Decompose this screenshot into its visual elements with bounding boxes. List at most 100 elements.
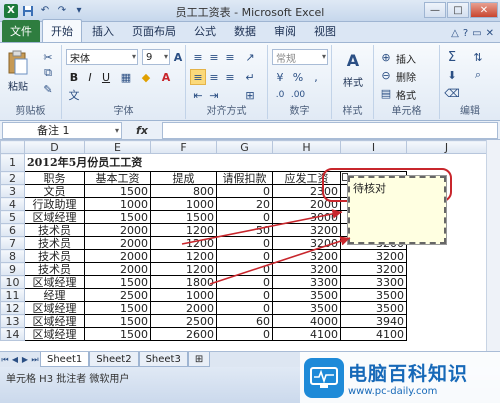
underline-button[interactable]: U (98, 69, 114, 85)
delete-cells-button[interactable]: 删除 (396, 69, 416, 84)
align-right-icon[interactable]: ≡ (222, 69, 238, 85)
next-sheet-icon[interactable]: ▶ (20, 355, 30, 364)
currency-icon[interactable]: ¥ (272, 69, 288, 85)
watermark-url: www.pc-daily.com (348, 385, 438, 397)
fill-color-icon[interactable]: ◆ (138, 69, 154, 85)
insert-sheet-icon[interactable]: ⊞ (187, 352, 211, 367)
align-middle-icon[interactable]: ≡ (206, 49, 222, 65)
increase-indent-icon[interactable]: ⇥ (206, 87, 222, 103)
copy-icon[interactable]: ⧉ (40, 65, 56, 81)
insert-cells-button[interactable]: 插入 (396, 51, 416, 66)
insert-function-button[interactable]: fx (122, 124, 162, 137)
name-box[interactable]: 备注 1 ▾ (2, 121, 122, 139)
arrow-line (209, 236, 351, 285)
bold-button[interactable]: B (66, 69, 82, 85)
alignment-group: ≡ ≡ ≡ ↗ ≡ ≡ ≡ ↵ ⇤ ⇥ ⊞ 对齐方式 (186, 45, 268, 119)
format-painter-icon[interactable]: ✎ (40, 81, 56, 97)
tab-data[interactable]: 数据 (226, 20, 264, 42)
undo-icon[interactable]: ↶ (38, 4, 52, 18)
first-sheet-icon[interactable]: ⏮ (0, 355, 10, 365)
orientation-icon[interactable]: ↗ (242, 49, 258, 65)
worksheet-grid[interactable]: D E F G H I J 1 2012年5月份员工工资 2 职务 基本工资 提… (0, 140, 500, 351)
wrap-text-icon[interactable]: ↵ (242, 69, 258, 85)
clipboard-group: 粘贴 ✂ ⧉ ✎ 剪贴板 (0, 45, 62, 119)
phonetic-icon[interactable]: 文 (66, 87, 82, 103)
tab-home[interactable]: 开始 (42, 19, 82, 42)
minimize-ribbon-icon[interactable]: △ (451, 28, 459, 39)
format-cells-icon[interactable]: ▤ (378, 85, 394, 101)
cells-label: 单元格 (391, 106, 422, 117)
ribbon: 粘贴 ✂ ⧉ ✎ 剪贴板 宋体 ▾ 9 ▾ A B I U ▦ ◆ A 文 字体 ≡… (0, 43, 500, 121)
customize-qat-icon[interactable]: ▾ (72, 4, 86, 18)
font-size-select[interactable]: 9 ▾ (142, 49, 170, 65)
tab-view[interactable]: 视图 (306, 20, 344, 42)
font-name-select[interactable]: 宋体 ▾ (66, 49, 138, 65)
comma-icon[interactable]: , (308, 69, 324, 85)
font-group: 宋体 ▾ 9 ▾ A B I U ▦ ◆ A 文 字体 (62, 45, 186, 119)
increase-decimal-icon[interactable]: .0 (272, 87, 288, 103)
tab-formulas[interactable]: 公式 (186, 20, 224, 42)
align-left-icon[interactable]: ≡ (190, 69, 206, 85)
vertical-scrollbar[interactable] (486, 140, 500, 366)
close-button[interactable]: ✕ (470, 2, 498, 18)
delete-cells-icon[interactable]: ⊖ (378, 67, 394, 83)
styles-group: A 样式 样式 (332, 45, 374, 119)
clear-icon[interactable]: ⌫ (444, 85, 460, 101)
number-format-select[interactable]: 常规 ▾ (272, 49, 328, 65)
autosum-icon[interactable]: Σ (444, 49, 460, 65)
ribbon-tabs: 文件 开始 插入 页面布局 公式 数据 审阅 视图 △ ? ▭ ✕ (0, 19, 500, 43)
font-color-icon[interactable]: A (158, 69, 174, 85)
editing-label: 编辑 (460, 106, 480, 117)
align-center-icon[interactable]: ≡ (206, 69, 222, 85)
italic-button[interactable]: I (82, 69, 98, 85)
minimize-button[interactable]: — (424, 2, 446, 18)
cells-group: ⊕ 插入 ⊖ 删除 ▤ 格式 单元格 (374, 45, 440, 119)
prev-sheet-icon[interactable]: ◀ (10, 355, 20, 364)
sheet-tab-2[interactable]: Sheet2 (89, 352, 139, 367)
find-select-icon[interactable]: ⌕ (470, 67, 486, 83)
align-bottom-icon[interactable]: ≡ (222, 49, 238, 65)
restore-icon[interactable]: ▭ (472, 28, 481, 39)
sort-filter-icon[interactable]: ⇅ (470, 49, 486, 65)
formula-input[interactable] (162, 121, 498, 139)
styles-button[interactable]: 样式 (334, 75, 372, 89)
styles-icon[interactable]: A (344, 49, 362, 71)
alignment-label: 对齐方式 (206, 106, 247, 117)
last-sheet-icon[interactable]: ⏭ (30, 355, 40, 365)
cut-icon[interactable]: ✂ (40, 49, 56, 65)
align-top-icon[interactable]: ≡ (190, 49, 206, 65)
fill-icon[interactable]: ⬇ (444, 67, 460, 83)
styles-label: 样式 (342, 106, 363, 117)
grow-font-icon[interactable]: A (170, 49, 186, 65)
format-cells-button[interactable]: 格式 (396, 87, 416, 102)
decrease-indent-icon[interactable]: ⇤ (190, 87, 206, 103)
watermark-title: 电脑百科知识 (348, 362, 469, 385)
editing-group: Σ ⇅ ⬇ ⌕ ⌫ 编辑 (440, 45, 500, 119)
percent-icon[interactable]: % (290, 69, 306, 85)
watermark: 电脑百科知识 www.pc-daily.com (300, 352, 500, 403)
save-icon[interactable] (21, 4, 35, 18)
status-text: 单元格 H3 批注者 微软用户 (6, 374, 130, 385)
sheet-tab-1[interactable]: Sheet1 (40, 352, 90, 367)
paste-icon[interactable] (4, 49, 32, 77)
decrease-decimal-icon[interactable]: .00 (290, 87, 306, 103)
paste-button[interactable]: 粘贴 (2, 79, 34, 93)
sheet-tab-3[interactable]: Sheet3 (138, 352, 188, 367)
redo-icon[interactable]: ↷ (55, 4, 69, 18)
border-icon[interactable]: ▦ (118, 69, 134, 85)
close-workbook-icon[interactable]: ✕ (486, 28, 494, 39)
tab-review[interactable]: 审阅 (266, 20, 304, 42)
maximize-button[interactable]: □ (447, 2, 469, 18)
merge-center-icon[interactable]: ⊞ (242, 87, 258, 103)
font-name-value: 宋体 (70, 53, 90, 65)
tab-file[interactable]: 文件 (2, 20, 40, 42)
tab-page-layout[interactable]: 页面布局 (124, 20, 184, 42)
help-icon[interactable]: ? (463, 28, 468, 39)
insert-cells-icon[interactable]: ⊕ (378, 49, 394, 65)
number-label: 数字 (289, 106, 310, 117)
tab-insert[interactable]: 插入 (84, 20, 122, 42)
excel-logo-icon[interactable]: X (4, 3, 18, 18)
number-format-value: 常规 (276, 53, 296, 65)
monitor-logo-icon (304, 357, 344, 398)
font-size-value: 9 (146, 51, 153, 63)
